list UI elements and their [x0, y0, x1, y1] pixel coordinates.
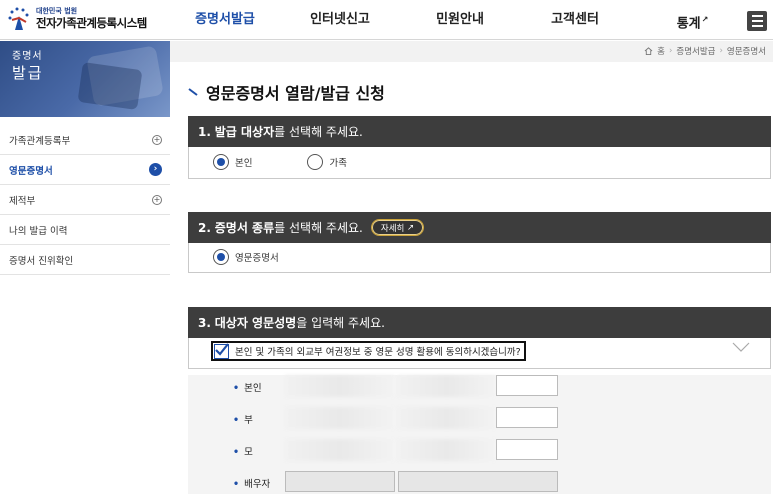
radio-family[interactable]: 가족 — [307, 154, 347, 170]
court-emblem-icon — [8, 7, 29, 30]
form-row-father: • 부 — [188, 407, 771, 431]
expand-plus-icon: + — [152, 194, 162, 205]
form-row-spouse: • 배우자 — [188, 471, 771, 495]
nav-item-certificates[interactable]: 증명서발급 — [175, 0, 275, 40]
logo-subtitle: 대한민국 법원 — [36, 7, 78, 16]
nav-item-customer-center[interactable]: 고객센터 — [515, 0, 635, 40]
page-title: 영문증명서 열람/발급 신청 — [188, 80, 385, 104]
detail-button[interactable]: 자세히 ↗ — [370, 219, 425, 236]
radio-button-checked[interactable] — [213, 249, 229, 265]
section1-body: 본인 가족 — [188, 147, 771, 179]
top-header: 대한민국 법원 전자가족관계등록시스템 증명서발급 인터넷신고 민원안내 고객센… — [0, 0, 773, 40]
english-name-input[interactable] — [496, 439, 558, 460]
form-row-mother: • 모 — [188, 439, 771, 463]
breadcrumb-bar: 홈 › 증명서발급 › 영문증명서 — [170, 41, 773, 62]
breadcrumb: 홈 › 증명서발급 › 영문증명서 — [644, 45, 766, 57]
section-banner: 증명서 발급 — [0, 41, 170, 117]
section3-consent-row: 본인 및 가족의 외교부 여권정보 중 영문 성명 활용에 동의하시겠습니까? — [188, 338, 771, 369]
sidebar-item-family-register[interactable]: 가족관계등록부 + — [0, 125, 170, 155]
section2-body: 영문증명서 — [188, 243, 771, 273]
chevron-down-icon[interactable] — [732, 342, 750, 352]
masked-value — [285, 375, 395, 397]
banner-line2: 발급 — [12, 64, 44, 82]
site-logo[interactable]: 대한민국 법원 전자가족관계등록시스템 — [6, 6, 147, 32]
masked-value — [398, 375, 496, 397]
section2-header: 2. 증명서 종류 를 선택해 주세요. 자세히 ↗ — [188, 212, 771, 243]
sidebar-menu: 가족관계등록부 + 영문증명서 › 제적부 + 나의 발급 이력 증명서 진위확… — [0, 125, 170, 275]
masked-value — [398, 439, 496, 461]
sidebar-item-english-certificate[interactable]: 영문증명서 › — [0, 155, 170, 185]
consent-checkbox-label[interactable]: 본인 및 가족의 외교부 여권정보 중 영문 성명 활용에 동의하시겠습니까? — [211, 341, 526, 361]
english-surname-input[interactable] — [285, 471, 395, 492]
expand-plus-icon: + — [152, 134, 162, 145]
section3-header: 3. 대상자 영문성명 을 입력해 주세요. — [188, 307, 771, 338]
name-input-form: • 본인 • 부 • 모 • 배우자 — [188, 375, 771, 494]
title-slash-icon — [188, 88, 198, 96]
form-row-self: • 본인 — [188, 375, 771, 399]
checkmark-icon — [215, 342, 229, 356]
sidebar-item-issue-history[interactable]: 나의 발급 이력 — [0, 215, 170, 245]
english-given-name-input[interactable] — [398, 471, 558, 492]
english-name-input[interactable] — [496, 375, 558, 396]
sidebar-item-removed-register[interactable]: 제적부 + — [0, 185, 170, 215]
home-icon — [644, 47, 653, 55]
radio-self[interactable]: 본인 — [213, 154, 252, 170]
chevron-right-icon: › — [149, 163, 162, 176]
section1-header: 1. 발급 대상자 를 선택해 주세요. — [188, 116, 771, 147]
checkbox-checked[interactable] — [214, 342, 229, 359]
nav-item-statistics[interactable]: 통계↗ — [635, 0, 750, 40]
external-link-icon: ↗ — [701, 15, 709, 24]
radio-button-checked[interactable] — [213, 154, 229, 170]
english-name-input[interactable] — [496, 407, 558, 428]
breadcrumb-certificates[interactable]: 증명서발급 — [676, 45, 715, 57]
radio-english-certificate[interactable]: 영문증명서 — [213, 249, 279, 265]
external-link-icon: ↗ — [407, 222, 415, 233]
nav-item-online-report[interactable]: 인터넷신고 — [275, 0, 405, 40]
hamburger-menu-icon[interactable] — [747, 11, 767, 31]
breadcrumb-home[interactable]: 홈 — [657, 45, 665, 57]
logo-title: 전자가족관계등록시스템 — [36, 16, 147, 31]
radio-button[interactable] — [307, 154, 324, 170]
breadcrumb-current: 영문증명서 — [726, 47, 766, 57]
masked-value — [398, 407, 496, 429]
sidebar-item-authenticity-check[interactable]: 증명서 진위확인 — [0, 245, 170, 275]
nav-item-civil-guide[interactable]: 민원안내 — [405, 0, 515, 40]
masked-value — [285, 407, 395, 429]
main-nav: 증명서발급 인터넷신고 민원안내 고객센터 통계↗ — [175, 0, 750, 40]
banner-line1: 증명서 — [12, 51, 43, 62]
masked-value — [285, 439, 395, 461]
